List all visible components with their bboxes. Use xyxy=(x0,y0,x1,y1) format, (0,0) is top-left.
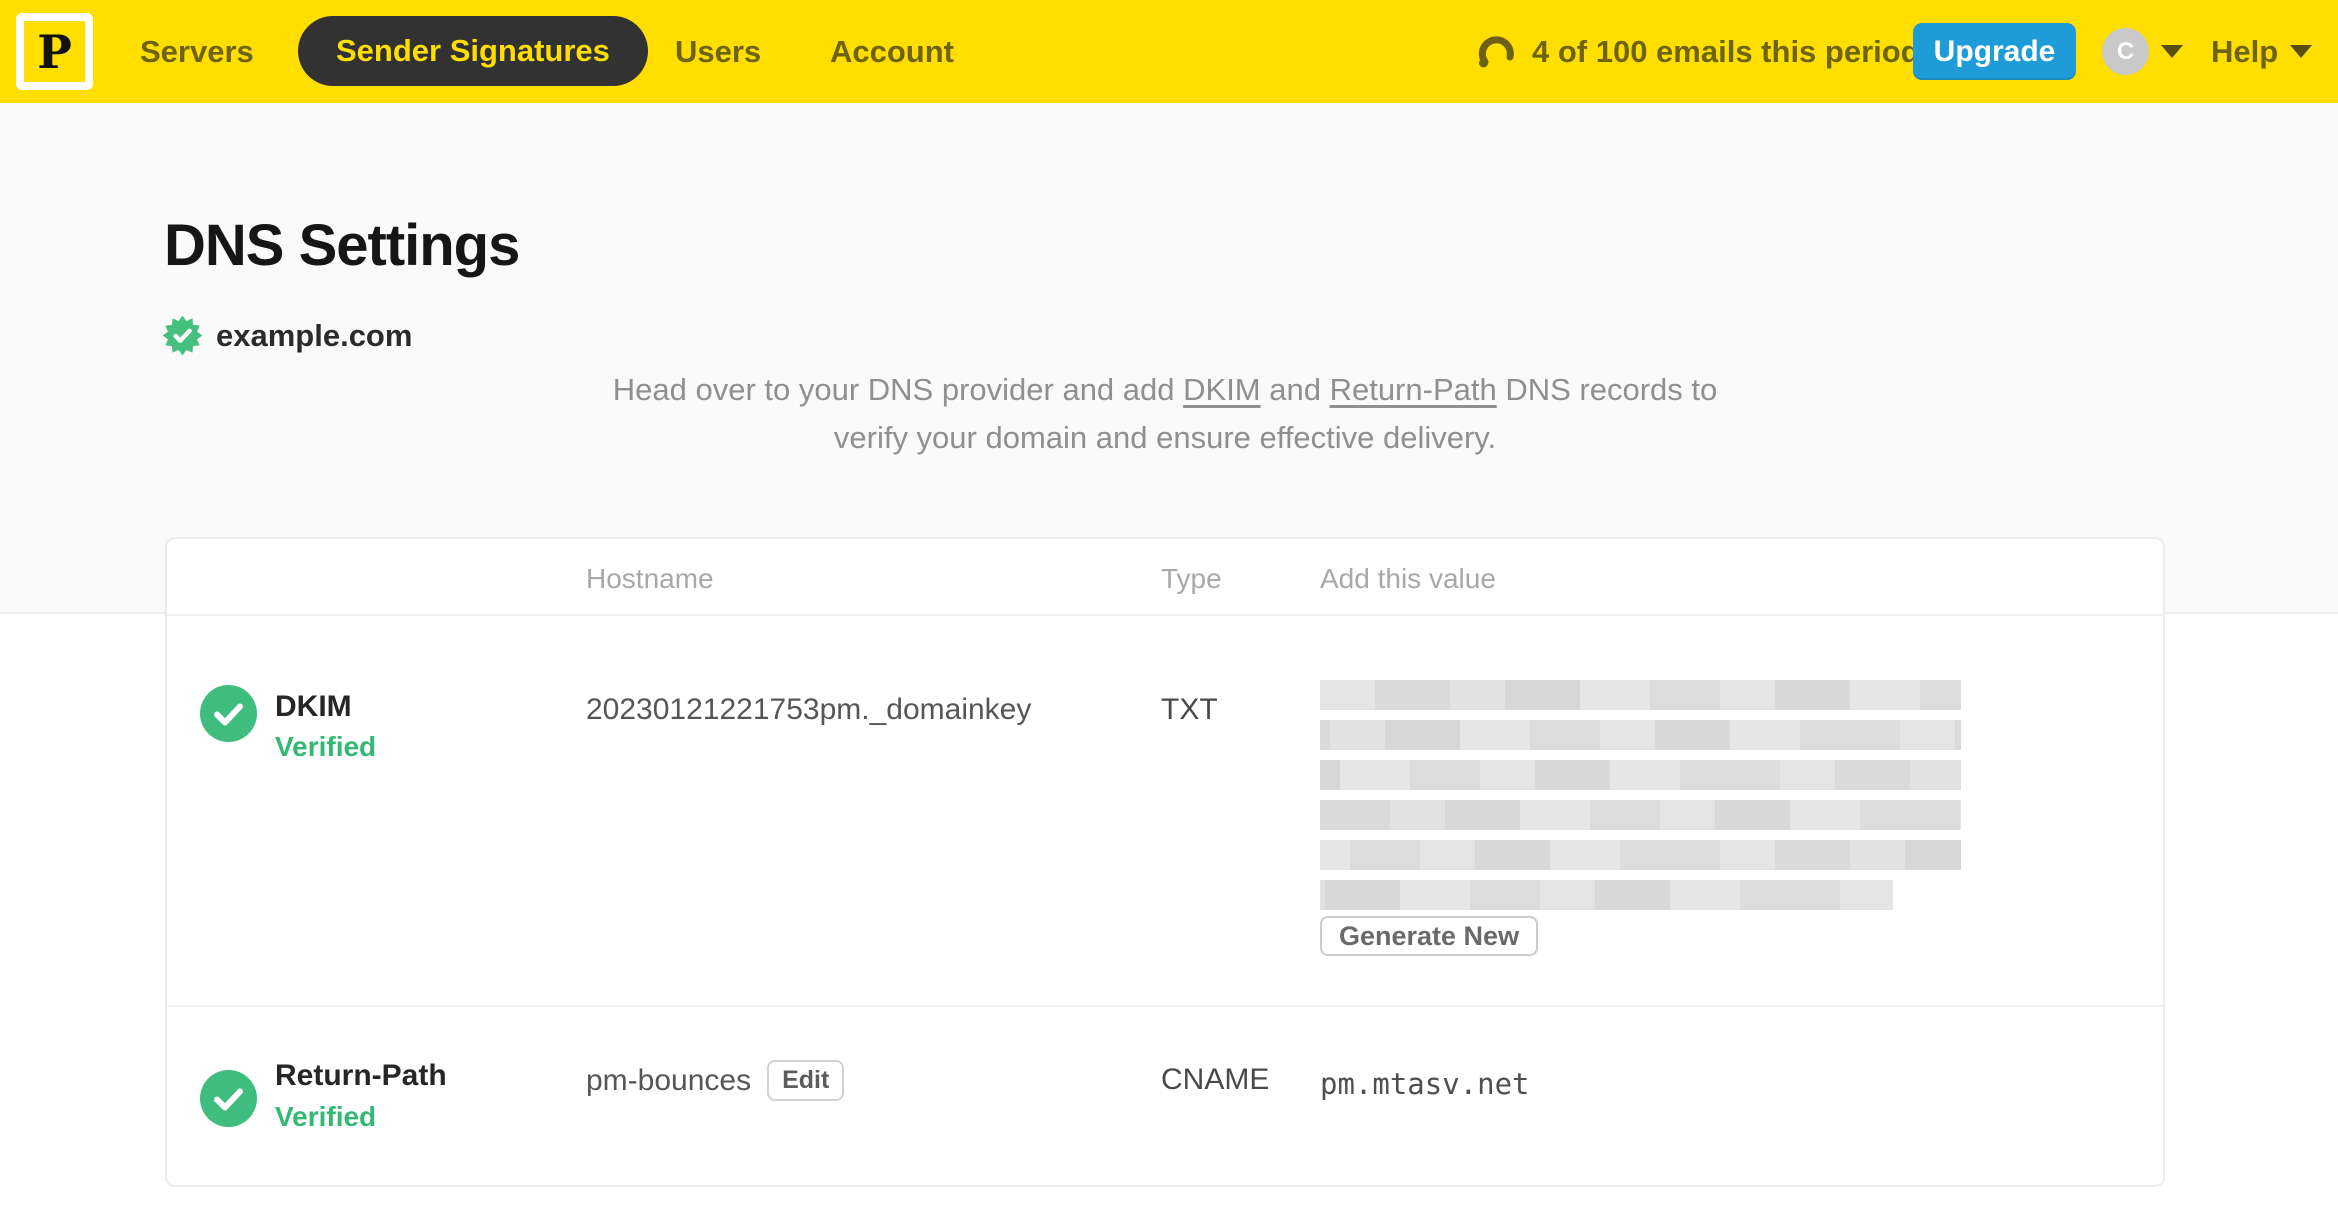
chevron-down-icon xyxy=(2161,45,2183,58)
dkim-link[interactable]: DKIM xyxy=(1183,372,1261,407)
gauge-icon xyxy=(1478,35,1514,67)
column-header-hostname: Hostname xyxy=(586,563,714,594)
record-hostname: pm-bounces xyxy=(586,1063,752,1097)
record-hostname-group: pm-bounces Edit xyxy=(586,1060,845,1101)
nav-item-users[interactable]: Users xyxy=(675,0,761,103)
record-value: pm.mtasv.net xyxy=(1320,1067,1530,1101)
table-row-dkim: DKIM Verified 20230121221753pm._domainke… xyxy=(167,616,2163,1005)
redacted-value-line xyxy=(1320,760,1961,790)
postmark-logo[interactable]: P xyxy=(16,13,93,90)
nav-item-sender-signatures[interactable]: Sender Signatures xyxy=(298,16,648,86)
email-usage-indicator: 4 of 100 emails this period xyxy=(1476,0,1920,103)
top-navbar: P Servers Sender Signatures Users Accoun… xyxy=(0,0,2338,103)
edit-button[interactable]: Edit xyxy=(767,1060,845,1101)
record-name: DKIM xyxy=(275,690,352,723)
verified-domain: example.com xyxy=(162,315,412,356)
nav-item-account[interactable]: Account xyxy=(830,0,954,103)
postmark-logo-stamp: P xyxy=(24,21,85,82)
help-menu[interactable]: Help xyxy=(2211,0,2313,103)
record-name: Return-Path xyxy=(275,1059,447,1092)
nav-item-servers[interactable]: Servers xyxy=(140,0,254,103)
avatar: C xyxy=(2102,28,2149,75)
table-header: Hostname Type Add this value xyxy=(167,539,2163,616)
redacted-value-line xyxy=(1320,680,1961,710)
record-hostname: 20230121221753pm._domainkey xyxy=(586,693,1032,726)
chevron-down-icon xyxy=(2290,45,2313,58)
return-path-link[interactable]: Return-Path xyxy=(1330,372,1497,407)
record-type: TXT xyxy=(1161,693,1218,726)
redacted-dns-value xyxy=(1320,680,1961,920)
redacted-value-line xyxy=(1320,720,1961,750)
status-badge: Verified xyxy=(275,731,377,762)
generate-new-button[interactable]: Generate New xyxy=(1320,916,1539,956)
table-row-return-path: Return-Path Verified pm-bounces Edit CNA… xyxy=(167,1005,2163,1185)
redacted-value-line xyxy=(1320,840,1961,870)
check-circle-icon xyxy=(200,685,257,742)
status-badge: Verified xyxy=(275,1101,377,1132)
upgrade-button[interactable]: Upgrade xyxy=(1913,23,2076,80)
verified-seal-icon xyxy=(162,315,203,356)
domain-name: example.com xyxy=(216,317,413,353)
dns-instructions: Head over to your DNS provider and add D… xyxy=(612,372,1718,455)
check-circle-icon xyxy=(200,1070,257,1127)
redacted-value-line xyxy=(1320,800,1961,830)
account-menu[interactable]: C xyxy=(2102,28,2183,75)
column-header-value: Add this value xyxy=(1320,563,1496,594)
dns-records-card: Hostname Type Add this value DKIM Verifi… xyxy=(165,537,2165,1187)
record-type: CNAME xyxy=(1161,1063,1270,1096)
postmark-logo-letter: P xyxy=(37,24,72,79)
column-header-type: Type xyxy=(1161,563,1222,594)
page-title: DNS Settings xyxy=(164,213,520,278)
usage-text: 4 of 100 emails this period xyxy=(1532,33,1920,69)
redacted-value-line xyxy=(1320,880,1893,910)
